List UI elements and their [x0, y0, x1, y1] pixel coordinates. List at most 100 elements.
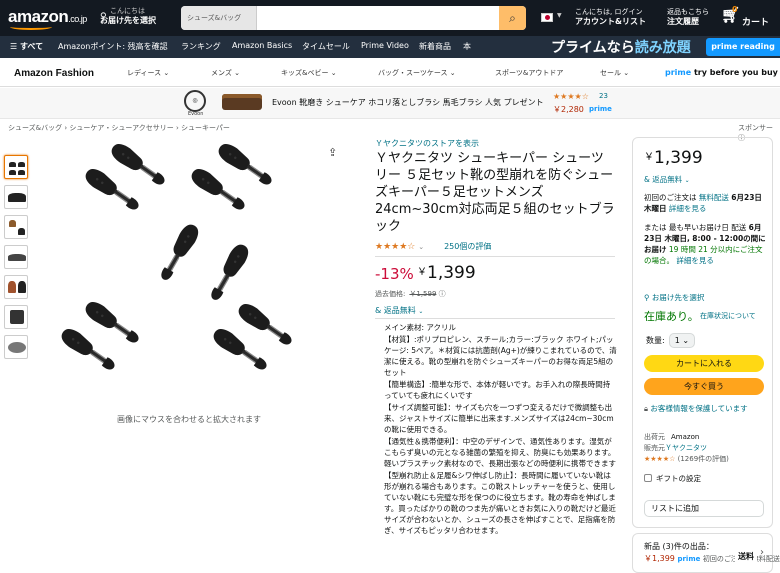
lock-icon: 🔒︎	[644, 404, 648, 413]
brush-product-image	[222, 94, 262, 110]
bullet-item: 【材質】:ポリプロピレン、スチール;カラー:ブラック ホワイト;パッケージ: 5…	[384, 334, 617, 378]
bullet-item: メイン素材: アクリル	[384, 322, 617, 333]
divider	[375, 318, 615, 319]
quantity-selector: 数量: 1 ⌄	[646, 333, 696, 348]
cart-count: 0	[732, 5, 738, 14]
prime-reading-banner[interactable]: プライムなら読み放題	[551, 37, 691, 57]
nav-item-books[interactable]: 本	[463, 41, 471, 52]
bullet-item: 【サイズ調整可能】：サイズも穴を一つずつ変えるだけで微調整も出来、ジャストサイズ…	[384, 402, 617, 435]
main-product-image[interactable]	[40, 140, 340, 410]
info-icon: ⓘ	[438, 290, 446, 298]
product-price: ￥1,399	[417, 263, 476, 283]
nav-item-new[interactable]: 新着商品	[419, 41, 451, 52]
fastest-delivery-info: または 最も早いお届け日 配送 6月23日 木曜日, 8:00 - 12:00の…	[644, 223, 766, 265]
caret-down-icon: ▼	[557, 12, 562, 19]
search-button[interactable]: ⌕	[499, 6, 526, 30]
thumbnail-list	[4, 155, 30, 365]
ad-text[interactable]: Evoon 靴磨き シューケア ホコリ落としブラシ 馬毛ブラシ 人気 プレゼント	[272, 97, 544, 108]
fashion-nav: Amazon Fashion レディース ⌄ メンズ ⌄ キッズ&ベビー ⌄ バ…	[0, 58, 780, 87]
feature-bullets: メイン素材: アクリル 【材質】:ポリプロピレン、スチール;カラー:ブラック ホ…	[375, 322, 617, 562]
ad-price: ￥2,280	[553, 105, 584, 114]
new-offers-title[interactable]: 新品 (3)件の出品：	[644, 541, 714, 552]
nav-item-basics[interactable]: Amazon Basics	[232, 41, 292, 50]
list-price: 過去価格: ￥1,599 ⓘ	[375, 290, 446, 298]
product-rating[interactable]: ★★★★☆ ⌄ 250個の評価	[375, 241, 491, 252]
details-link[interactable]: 詳細を見る	[676, 256, 714, 265]
add-to-list-button[interactable]: リストに追加	[644, 500, 764, 517]
deliver-to[interactable]: ⚲ こんにちは お届け先を選択	[100, 6, 156, 26]
nav-item-timesale[interactable]: タイムセール	[302, 41, 350, 52]
thumbnail[interactable]	[4, 275, 28, 299]
details-link[interactable]: 詳細を見る	[669, 204, 707, 213]
seller-link[interactable]: Ｙヤクニタツ	[665, 444, 707, 452]
rating-count: 250個の評価	[444, 242, 492, 251]
search-category-select[interactable]: シューズ&バッグ	[181, 6, 257, 30]
shipping-float-label: 送料	[735, 549, 757, 564]
ad-prime-badge: prime	[589, 105, 612, 113]
search-bar: シューズ&バッグ ⌕	[181, 6, 526, 30]
language-flag-icon[interactable]	[541, 13, 553, 22]
buybox-returns-link[interactable]: & 返品無料 ⌄	[644, 174, 690, 185]
location-pin-icon: ⚲	[644, 293, 650, 302]
gift-checkbox[interactable]	[644, 474, 652, 482]
product-title: Ｙヤクニタツ シューキーパー シューツリー ５足セット靴の型崩れを防ぐシューズキ…	[375, 151, 615, 234]
zoom-hint: 画像にマウスを合わせると拡大されます	[117, 415, 261, 424]
add-to-cart-button[interactable]: カートに入れる	[644, 355, 764, 372]
orders-link[interactable]: 返品もこちら 注文履歴	[667, 7, 709, 27]
store-link[interactable]: Ｙヤクニタツのストアを表示	[375, 138, 479, 149]
nav-item-prime-video[interactable]: Prime Video	[361, 41, 409, 50]
fashion-item-ladies[interactable]: レディース ⌄	[127, 68, 169, 78]
fashion-item-sale[interactable]: セール ⌄	[600, 68, 629, 78]
amazon-logo[interactable]: amazon.co.jp	[8, 7, 87, 30]
divider	[375, 256, 615, 257]
fashion-item-bags[interactable]: バッグ・スーツケース ⌄	[378, 68, 456, 78]
brand-name: Evoon	[188, 111, 204, 117]
free-shipping-link[interactable]: 無料配送	[699, 193, 729, 202]
nav-item-ranking[interactable]: ランキング	[181, 41, 221, 52]
share-icon[interactable]: ⇪	[328, 146, 337, 159]
ad-rating-count[interactable]: 23	[599, 92, 608, 100]
breadcrumb[interactable]: シューズ&バッグ › シューケア・シューアクセサリー › シューキーパー	[8, 123, 230, 133]
secure-transaction-link[interactable]: 🔒︎ お客様情報を保護しています	[644, 403, 768, 414]
thumbnail[interactable]	[4, 155, 28, 179]
location-pin-icon: ⚲	[100, 12, 107, 22]
gift-option[interactable]: ギフトの設定	[644, 473, 701, 484]
deliver-label: お届け先を選択	[100, 16, 156, 25]
quantity-select[interactable]: 1 ⌄	[668, 333, 696, 348]
prime-reading-logo[interactable]: prime reading	[706, 38, 780, 56]
thumbnail[interactable]	[4, 185, 28, 209]
stars-icon: ★★★★☆	[375, 242, 416, 252]
fashion-item-kids[interactable]: キッズ&ベビー ⌄	[281, 68, 337, 78]
ad-stars: ★★★★☆	[553, 92, 589, 101]
scroll-arrow-icon[interactable]: ›	[760, 547, 764, 558]
stock-info-link[interactable]: 在庫状況について	[700, 311, 756, 321]
fashion-item-mens[interactable]: メンズ ⌄	[211, 68, 240, 78]
bullet-item: 【通気性＆携帯便利】：中空のデザインで、通気性あります。湿気がこもらず臭いの元と…	[384, 436, 617, 469]
nav-bar: ☰ すべて Amazonポイント: 残高を確認 ランキング Amazon Bas…	[0, 36, 780, 58]
thumbnail[interactable]	[4, 245, 28, 269]
hamburger-icon: ☰	[10, 42, 20, 51]
stock-status: 在庫あり。	[644, 310, 699, 323]
nav-item-points[interactable]: Amazonポイント: 残高を確認	[58, 41, 168, 52]
brand-logo-icon: ◎	[184, 90, 206, 112]
sponsored-ad[interactable]: ◎ Evoon Evoon 靴磨き シューケア ホコリ落としブラシ 馬毛ブラシ …	[0, 88, 780, 119]
all-menu-button[interactable]: ☰ すべて	[10, 41, 43, 52]
delivery-info: 初回のご注文は 無料配送 6月23日 木曜日 詳細を見る	[644, 193, 762, 213]
search-input[interactable]	[258, 6, 498, 30]
thumbnail[interactable]	[4, 305, 28, 329]
thumbnail-video[interactable]	[4, 335, 28, 359]
buy-now-button[interactable]: 今すぐ買う	[644, 378, 764, 395]
top-header: amazon.co.jp ⚲ こんにちは お届け先を選択 シューズ&バッグ ⌕ …	[0, 0, 780, 36]
delivery-address-link[interactable]: ⚲ お届け先を選択	[644, 292, 704, 303]
seller-info: 出荷元 Amazon 販売元Ｙヤクニタツ ★★★★☆ (1269件の評価)	[644, 433, 729, 463]
bullet-item: 【型崩れ防止＆足履&シワ伸ばし防止】：長時間に履いていない靴は形が崩れる場合もあ…	[384, 470, 617, 536]
discount-percent: -13%	[375, 265, 414, 283]
account-menu[interactable]: こんにちは, ログイン アカウント&リスト	[575, 7, 646, 27]
fashion-title[interactable]: Amazon Fashion	[14, 68, 94, 79]
returns-link[interactable]: & 返品無料 ⌄	[375, 305, 423, 316]
fashion-item-sports[interactable]: スポーツ&アウトドア	[495, 68, 563, 78]
buybox-price: ￥1,399	[644, 148, 703, 168]
prime-try-before-you-buy[interactable]: prime try before you buy	[665, 68, 778, 77]
thumbnail[interactable]	[4, 215, 28, 239]
search-icon: ⌕	[509, 11, 516, 25]
